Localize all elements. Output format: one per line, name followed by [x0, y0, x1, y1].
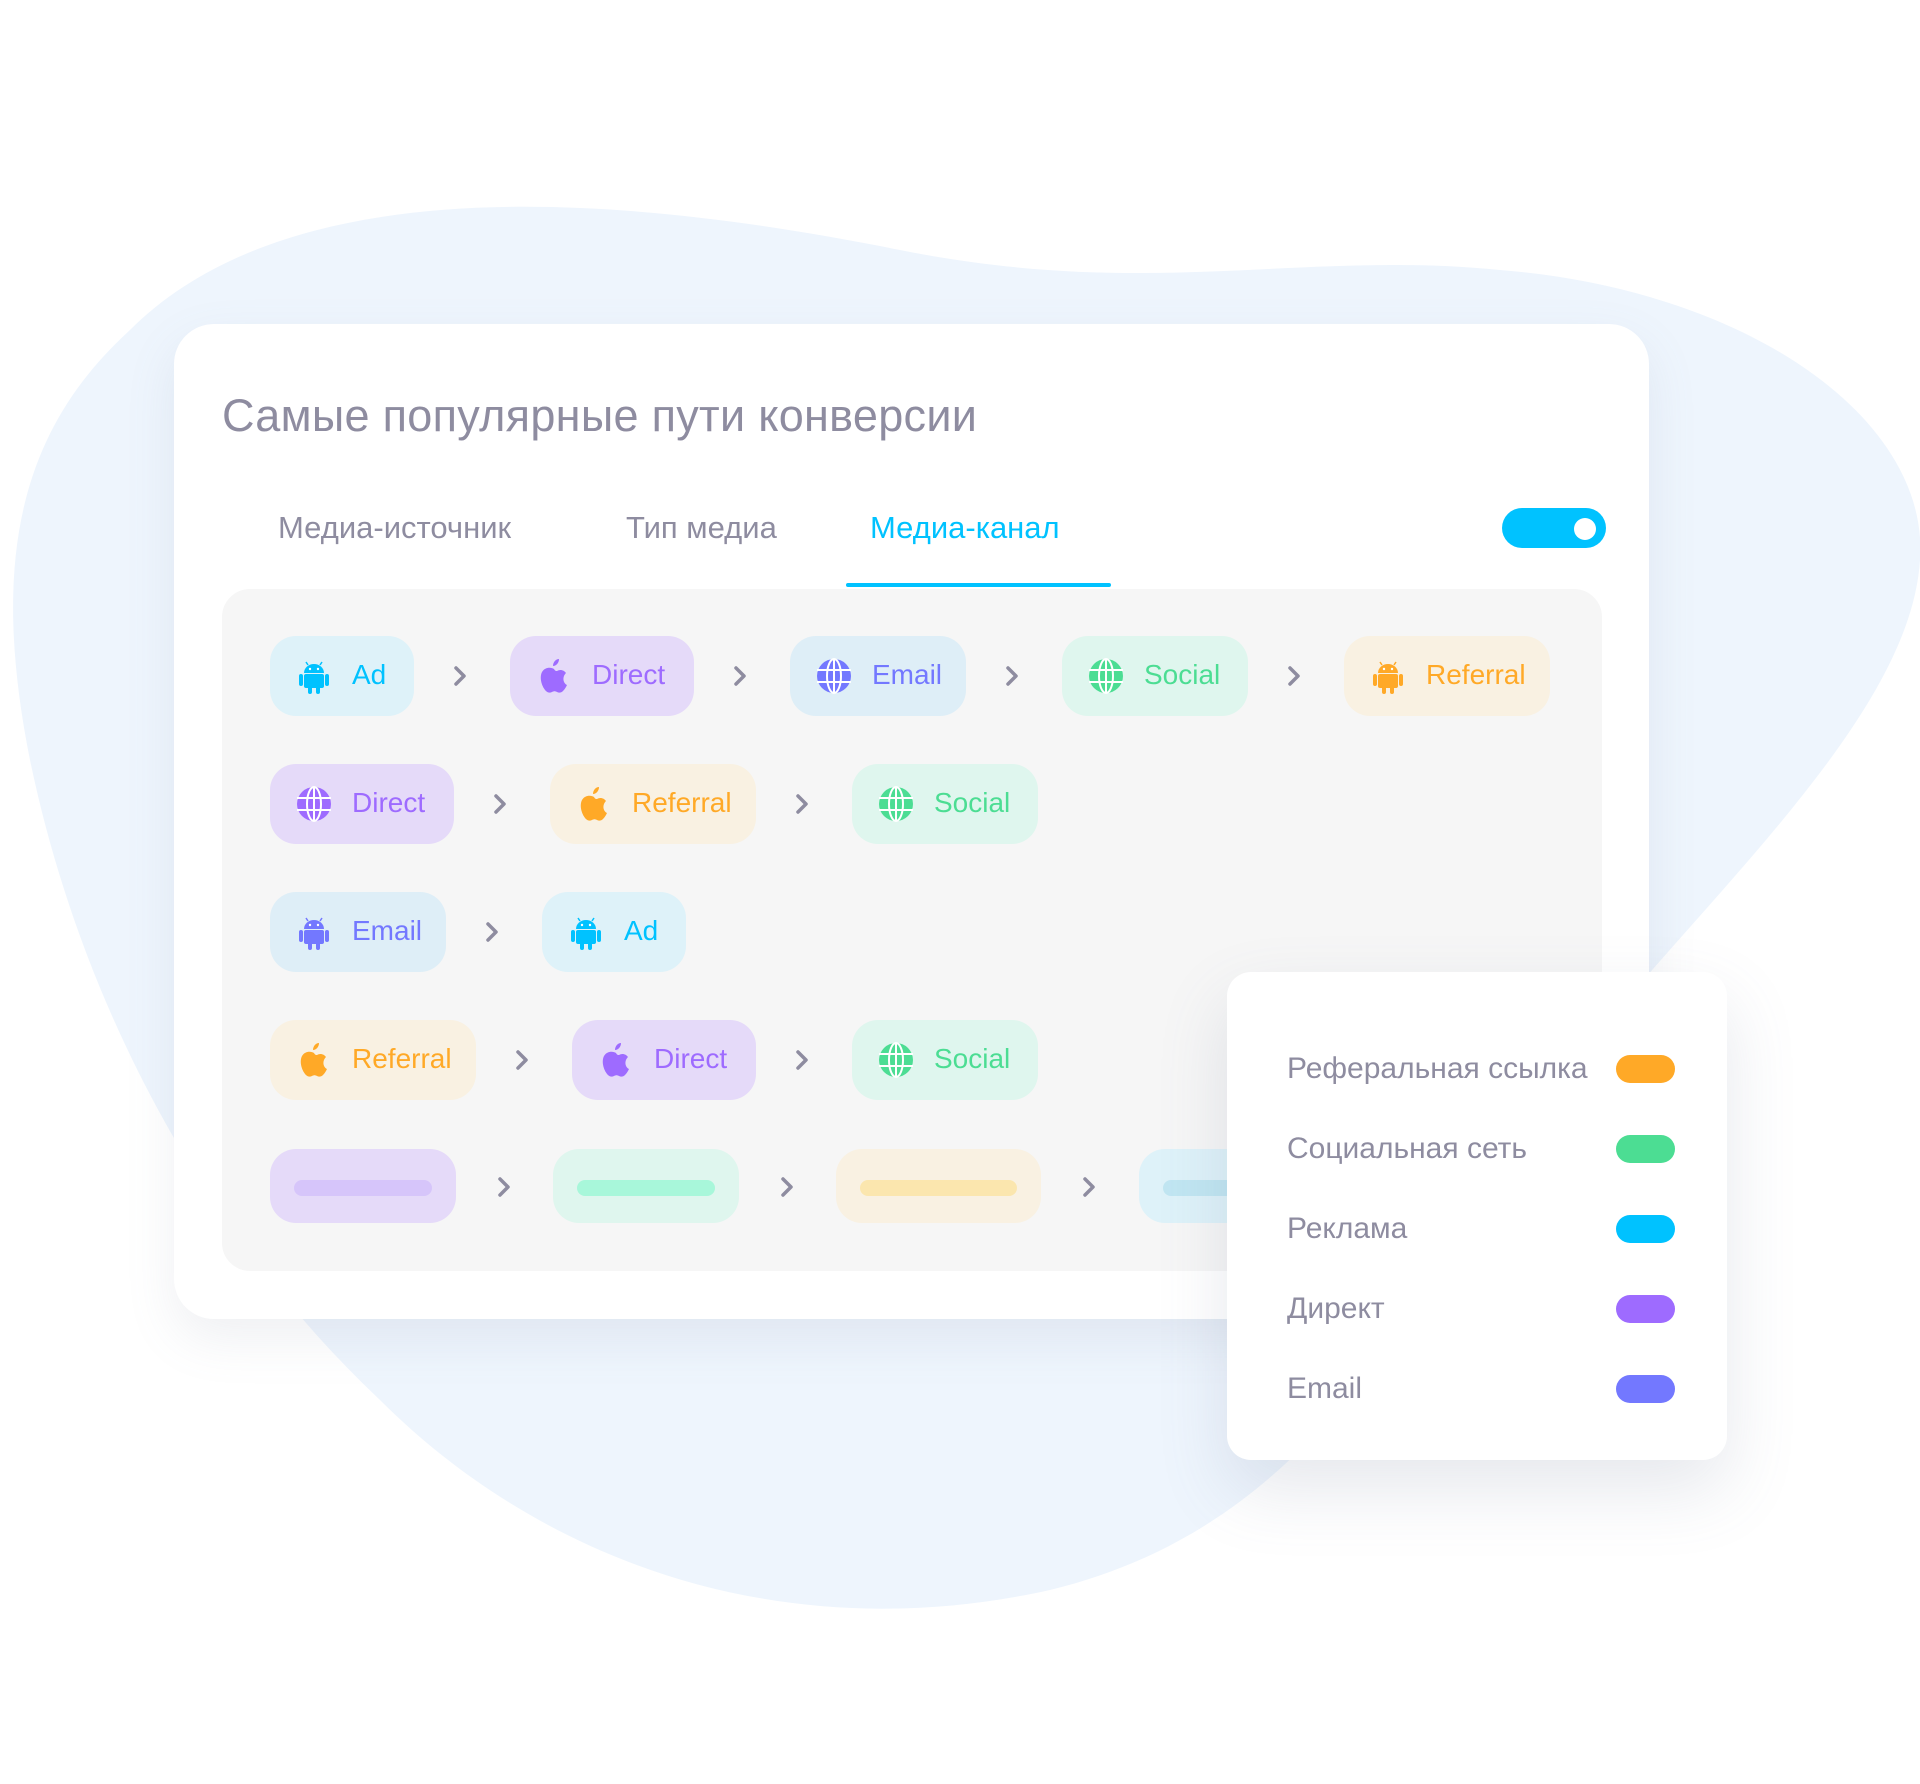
path-step-chip[interactable]: Referral [550, 764, 756, 844]
path-step-label: Email [352, 915, 423, 946]
view-toggle[interactable] [1502, 508, 1606, 548]
legend-swatch [1616, 1295, 1675, 1323]
path-step-label: Direct [654, 1043, 728, 1074]
legend-swatch [1616, 1055, 1675, 1083]
path-step-label: Referral [352, 1043, 452, 1074]
toggle-knob [1574, 518, 1596, 540]
path-step-chip[interactable]: Email [790, 636, 966, 716]
chevron-right-icon [730, 662, 750, 690]
placeholder-bar [860, 1180, 1017, 1196]
path-step-chip[interactable]: Direct [270, 764, 454, 844]
chevron-right-icon [512, 1046, 532, 1074]
legend-swatch [1616, 1215, 1675, 1243]
card-title: Самые популярные пути конверсии [222, 390, 978, 441]
chevron-right-icon [792, 790, 812, 818]
path-step-chip[interactable]: Social [1062, 636, 1248, 716]
android-icon [294, 656, 334, 696]
globe-icon [1086, 656, 1126, 696]
path-step-label: Ad [624, 915, 659, 946]
path-step-chip[interactable]: Email [270, 892, 446, 972]
path-step-label: Social [934, 1043, 1011, 1074]
tab-media-channel[interactable]: Медиа-канал [870, 510, 1060, 546]
path-step-label: Email [872, 659, 943, 690]
placeholder-chip [270, 1149, 456, 1223]
legend-label: Директ [1287, 1292, 1385, 1325]
chevron-right-icon [494, 1173, 514, 1201]
android-icon [566, 912, 606, 952]
placeholder-bar [294, 1180, 432, 1196]
chevron-right-icon [1002, 662, 1022, 690]
globe-icon [814, 656, 854, 696]
tab-media-source[interactable]: Медиа-источник [278, 510, 511, 546]
path-step-chip[interactable]: Referral [270, 1020, 476, 1100]
chevron-right-icon [490, 790, 510, 818]
legend-label: Реферальная ссылка [1287, 1052, 1588, 1085]
chevron-right-icon [450, 662, 470, 690]
path-step-label: Direct [592, 659, 666, 690]
tab-media-type[interactable]: Тип медиа [626, 510, 777, 546]
placeholder-chip [836, 1149, 1041, 1223]
apple-icon [294, 1040, 334, 1080]
path-step-chip[interactable]: Direct [510, 636, 694, 716]
path-step-label: Referral [1426, 659, 1526, 690]
android-icon [1368, 656, 1408, 696]
android-icon [294, 912, 334, 952]
legend-panel: Реферальная ссылка Социальная сеть Реклама… [1227, 972, 1727, 1460]
chevron-right-icon [1284, 662, 1304, 690]
path-step-chip[interactable]: Ad [542, 892, 686, 972]
path-step-chip[interactable]: Ad [270, 636, 414, 716]
chevron-right-icon [777, 1173, 797, 1201]
chevron-right-icon [1079, 1173, 1099, 1201]
path-step-label: Direct [352, 787, 426, 818]
path-step-chip[interactable]: Social [852, 764, 1038, 844]
apple-icon [574, 784, 614, 824]
path-step-label: Social [934, 787, 1011, 818]
placeholder-bar [577, 1180, 715, 1196]
globe-icon [294, 784, 334, 824]
chevron-right-icon [482, 918, 502, 946]
legend-label: Социальная сеть [1287, 1132, 1527, 1165]
path-step-chip[interactable]: Social [852, 1020, 1038, 1100]
legend-swatch [1616, 1135, 1675, 1163]
globe-icon [876, 784, 916, 824]
path-step-label: Referral [632, 787, 732, 818]
legend-swatch [1616, 1375, 1675, 1403]
placeholder-chip [553, 1149, 739, 1223]
chevron-right-icon [792, 1046, 812, 1074]
apple-icon [534, 656, 574, 696]
active-tab-indicator [846, 583, 1111, 587]
path-step-label: Ad [352, 659, 387, 690]
path-step-chip[interactable]: Direct [572, 1020, 756, 1100]
path-step-label: Social [1144, 659, 1221, 690]
path-step-chip[interactable]: Referral [1344, 636, 1550, 716]
globe-icon [876, 1040, 916, 1080]
apple-icon [596, 1040, 636, 1080]
legend-label: Email [1287, 1372, 1363, 1405]
legend-label: Реклама [1287, 1212, 1408, 1245]
